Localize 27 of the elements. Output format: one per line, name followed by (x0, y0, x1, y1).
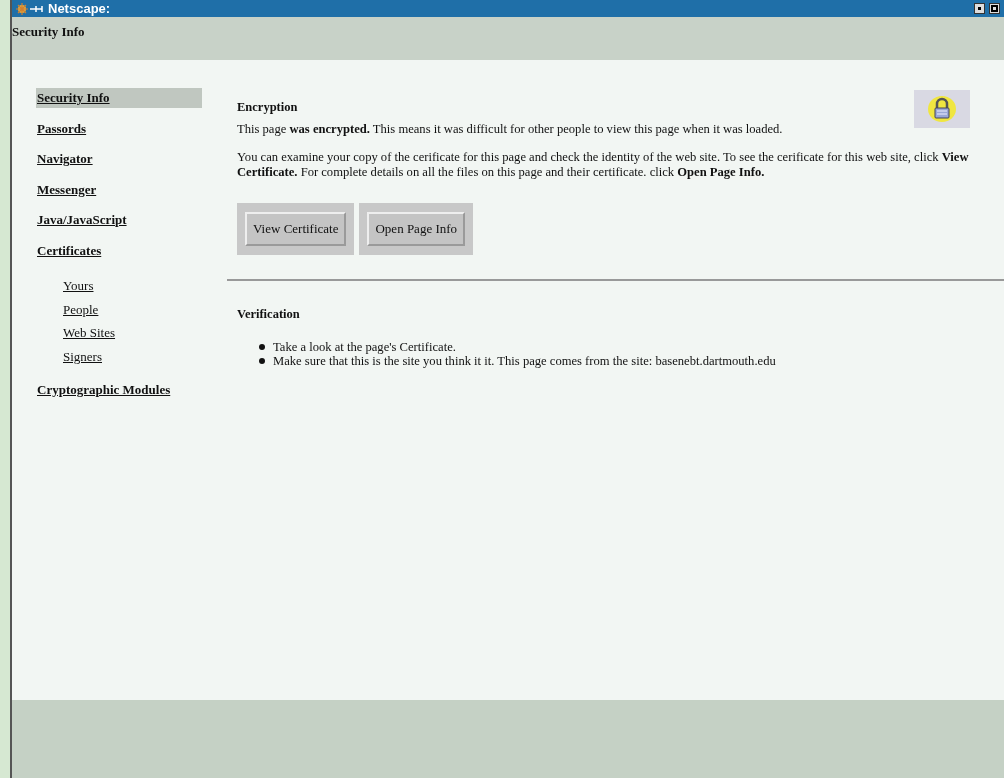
sidebar-link[interactable]: Certificates (36, 240, 103, 260)
minimize-button[interactable] (974, 3, 985, 14)
lock-icon (914, 90, 970, 128)
sidebar-link[interactable]: Passords (36, 118, 88, 138)
sidebar-link[interactable]: Signers (62, 346, 103, 366)
list-item-text: Make sure that this is the site you think it it. This page comes from the site: basenebt.dartmouth.edu (273, 354, 776, 369)
sidebar-link[interactable]: Security Info (36, 88, 202, 108)
maximize-button[interactable] (989, 3, 1000, 14)
window-title: Netscape: (48, 2, 111, 15)
dialog-button[interactable]: Open Page Info (367, 212, 466, 246)
sidebar-link[interactable]: Cryptographic Modules (36, 380, 172, 400)
section-heading: Verification (237, 305, 301, 323)
sidebar-link[interactable]: Navigator (36, 149, 94, 169)
bullet-icon (259, 358, 265, 365)
section-heading: Encryption (237, 99, 298, 116)
sidebar-link[interactable]: Messenger (36, 179, 98, 199)
page-title: Security Info (12, 24, 85, 39)
sidebar-link[interactable]: Web Sites (62, 323, 117, 343)
app-logo-icon (16, 2, 44, 15)
sidebar-link[interactable]: Yours (62, 276, 95, 296)
dialog-button[interactable]: View Certificate (245, 212, 347, 246)
paragraph: This page was encrypted. This means it was difficult for other people to view this page when it was loaded. (237, 122, 784, 137)
bullet-icon (259, 343, 265, 350)
sidebar-link[interactable]: People (62, 299, 100, 319)
paragraph: You can examine your copy of the cerificate for this page and check the identity of the web site. To see the cerificate for this web site, click View Certificate. For complete details on all the files on this page and their certificate. click Open Page Info. (237, 150, 970, 180)
sidebar-link[interactable]: Java/JavaScript (36, 210, 128, 230)
list-item-text: Take a look at the page's Certificate. (273, 339, 456, 355)
